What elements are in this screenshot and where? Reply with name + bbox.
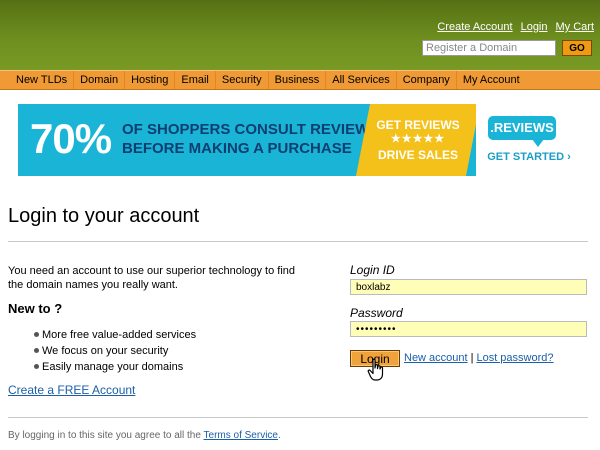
new-account-link[interactable]: New account [404,352,468,364]
create-account-link[interactable]: Create Account [437,21,512,33]
nav-email[interactable]: Email [174,71,215,89]
domain-search: GO [422,40,592,56]
go-button[interactable]: GO [562,40,592,56]
intro-text: You need an account to use our superior … [8,265,296,291]
reviews-ad-banner[interactable]: 70% OF SHOPPERS CONSULT REVIEWS BEFORE M… [18,104,578,176]
feature-item: We focus on your security [34,343,196,359]
nav-domain[interactable]: Domain [73,71,124,89]
terms-notice: By logging in to this site you agree to … [8,430,281,441]
new-to-heading: New to ? [8,301,63,316]
terms-of-service-link[interactable]: Terms of Service [204,430,278,441]
banner-get-started[interactable]: GET STARTED › [480,149,578,165]
my-cart-link[interactable]: My Cart [556,21,595,33]
lost-password-link[interactable]: Lost password? [476,352,553,364]
feature-list: More free value-added services We focus … [34,327,196,375]
divider-top [8,241,588,242]
banner-white-panel [476,104,578,176]
login-id-input[interactable] [350,279,587,295]
nav-hosting[interactable]: Hosting [124,71,174,89]
top-header: Create Account Login My Cart GO [0,0,600,70]
nav-all-services[interactable]: All Services [325,71,395,89]
password-input[interactable] [350,321,587,337]
hand-cursor-icon [367,358,384,381]
banner-line-2: BEFORE MAKING A PURCHASE [122,140,352,157]
reviews-logo: .REVIEWS [488,116,556,147]
password-label: Password [350,306,403,320]
feature-item: More free value-added services [34,327,196,343]
banner-get-reviews: GET REVIEWS [376,118,460,132]
nav-security[interactable]: Security [214,71,268,89]
terms-prefix: By logging in to this site you agree to … [8,430,201,441]
banner-line-1: OF SHOPPERS CONSULT REVIEWS [122,121,380,138]
nav-company[interactable]: Company [395,71,456,89]
banner-drive-sales: DRIVE SALES [377,148,458,162]
main-nav: New TLDs Domain Hosting Email Security B… [0,70,600,90]
nav-my-account[interactable]: My Account [455,71,526,89]
domain-search-input[interactable] [422,40,556,56]
account-links: New account | Lost password? [404,352,554,364]
page-title: Login to your account [8,205,200,227]
header-links: Create Account Login My Cart [437,21,594,33]
banner-percent: 70% [30,115,112,162]
divider-bottom [8,417,588,418]
login-id-label: Login ID [350,263,395,277]
create-free-account-link[interactable]: Create a FREE Account [8,383,135,397]
main-content: 70% OF SHOPPERS CONSULT REVIEWS BEFORE M… [0,90,600,450]
login-link[interactable]: Login [521,21,548,33]
terms-suffix: . [277,430,281,441]
nav-business[interactable]: Business [267,71,326,89]
nav-new-tlds[interactable]: New TLDs [10,71,73,89]
star-rating-icon: ★★★★★ [390,133,446,145]
feature-item: Easily manage your domains [34,359,196,375]
